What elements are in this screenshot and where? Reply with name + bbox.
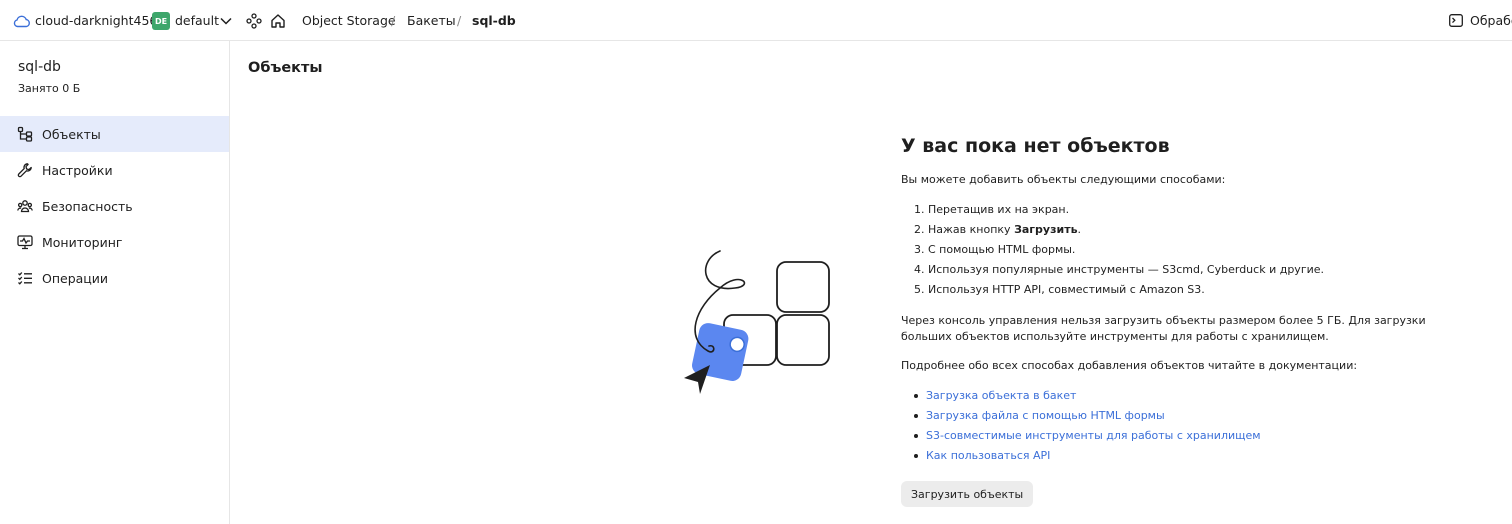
services-icon[interactable] (246, 0, 262, 41)
breadcrumb-buckets[interactable]: Бакеты (407, 0, 456, 41)
sidebar-item-label: Операции (42, 270, 109, 286)
doc-link-html-form[interactable]: Загрузка файла с помощью HTML формы (926, 409, 1165, 422)
list-item: 5. Используя HTTP API, совместимый с Ama… (914, 283, 1205, 296)
home-icon[interactable] (270, 0, 288, 41)
list-item: Загрузка объекта в бакет (912, 389, 1261, 409)
bucket-name: sql-db (18, 59, 61, 75)
sidebar-item-label: Объекты (42, 126, 101, 142)
doc-link-api[interactable]: Как пользоваться API (926, 449, 1050, 462)
upload-methods-list: 1. Перетащив их на экран. 2. Нажав кнопк… (914, 203, 1324, 303)
top-bar: cloud-darknight4565 DE default Object St… (0, 0, 1512, 41)
users-icon (17, 198, 33, 214)
folder-badge[interactable]: DE (152, 12, 170, 30)
processing-label[interactable]: Обрабо (1470, 0, 1512, 41)
folder-selector[interactable]: default (175, 0, 219, 41)
breadcrumb-separator: / (457, 13, 462, 28)
terminal-icon[interactable] (1449, 0, 1463, 41)
sidebar-item-monitoring[interactable]: Мониторинг (0, 224, 229, 260)
tree-icon (17, 126, 33, 142)
sidebar-item-settings[interactable]: Настройки (0, 152, 229, 188)
sidebar-item-security[interactable]: Безопасность (0, 188, 229, 224)
doc-link-s3-tools[interactable]: S3-совместимые инструменты для работы с … (926, 429, 1261, 442)
list-item: Загрузка файла с помощью HTML формы (912, 409, 1261, 429)
list-item: Как пользоваться API (912, 449, 1261, 469)
empty-state-illustration (680, 248, 840, 398)
breadcrumb-current-bucket: sql-db (472, 13, 516, 28)
docs-intro: Подробнее обо всех способах добавления о… (901, 359, 1358, 372)
list-item: 2. Нажав кнопку Загрузить. (914, 223, 1082, 236)
empty-state-title: У вас пока нет объектов (901, 135, 1170, 157)
sidebar-item-label: Мониторинг (42, 234, 123, 250)
docs-links: Загрузка объекта в бакет Загрузка файла … (912, 389, 1261, 469)
cloud-icon (13, 0, 31, 41)
page-title: Объекты (248, 60, 323, 76)
empty-state-description: Вы можете добавить объекты следующими сп… (901, 173, 1226, 186)
sidebar-item-label: Настройки (42, 162, 113, 178)
sidebar-item-label: Безопасность (42, 198, 133, 214)
list-icon (17, 270, 33, 286)
size-limit-note: Через консоль управления нельзя загрузит… (901, 314, 1426, 343)
upload-objects-button[interactable]: Загрузить объекты (901, 481, 1034, 507)
doc-link-upload-object[interactable]: Загрузка объекта в бакет (926, 389, 1076, 402)
sidebar-item-objects[interactable]: Объекты (0, 116, 229, 152)
list-item: 1. Перетащив их на экран. (914, 203, 1070, 216)
sidebar: sql-db Занято 0 Б Объекты Настройки Безо… (0, 41, 230, 524)
chevron-down-icon[interactable] (219, 0, 233, 41)
cloud-selector[interactable]: cloud-darknight4565 (35, 0, 165, 41)
sidebar-item-operations[interactable]: Операции (0, 260, 229, 296)
list-item: 4. Используя популярные инструменты — S3… (914, 263, 1325, 276)
breadcrumb-separator: / (391, 13, 396, 28)
list-item: S3-совместимые инструменты для работы с … (912, 429, 1261, 449)
monitor-icon (17, 234, 33, 250)
list-item: 3. С помощью HTML формы. (914, 243, 1076, 256)
bucket-used-size: Занято 0 Б (18, 82, 81, 95)
wrench-icon (17, 162, 33, 178)
breadcrumb-object-storage[interactable]: Object Storage (302, 0, 396, 41)
